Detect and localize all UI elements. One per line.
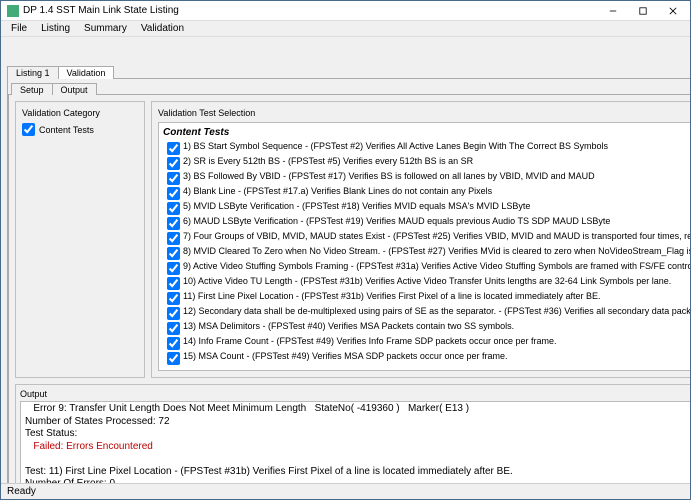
test-item: 4) Blank Line - (FPSTest #17.a) Verifies… bbox=[163, 186, 690, 201]
menu-file[interactable]: File bbox=[5, 22, 33, 35]
tab-listing1[interactable]: Listing 1 bbox=[7, 66, 59, 79]
output-line: Test Status: bbox=[25, 428, 690, 441]
test-item-checkbox[interactable] bbox=[167, 307, 180, 320]
test-item-checkbox[interactable] bbox=[167, 187, 180, 200]
menu-bar: File Listing Summary Validation bbox=[1, 21, 690, 37]
validation-test-selection-group: Validation Test Selection Content Tests … bbox=[151, 101, 690, 378]
test-item-checkbox[interactable] bbox=[167, 157, 180, 170]
test-item-checkbox[interactable] bbox=[167, 352, 180, 365]
content-tests-label: Content Tests bbox=[39, 125, 94, 135]
test-item: 7) Four Groups of VBID, MVID, MAUD state… bbox=[163, 231, 690, 246]
test-item: 3) BS Followed By VBID - (FPSTest #17) V… bbox=[163, 171, 690, 186]
main-tabs: Listing 1 Validation bbox=[7, 65, 690, 78]
test-item: 6) MAUD LSByte Verification - (FPSTest #… bbox=[163, 216, 690, 231]
window-title: DP 1.4 SST Main Link State Listing bbox=[23, 5, 598, 16]
test-item-label: 8) MVID Cleared To Zero when No Video St… bbox=[183, 246, 690, 256]
close-window-button[interactable] bbox=[658, 2, 688, 20]
test-item: 10) Active Video TU Length - (FPSTest #3… bbox=[163, 276, 690, 291]
test-item-checkbox[interactable] bbox=[167, 172, 180, 185]
test-item: 11) First Line Pixel Location - (FPSTest… bbox=[163, 291, 690, 306]
test-item-label: 13) MSA Delimitors - (FPSTest #40) Verif… bbox=[183, 321, 514, 331]
test-item: 9) Active Video Stuffing Symbols Framing… bbox=[163, 261, 690, 276]
test-item-label: 11) First Line Pixel Location - (FPSTest… bbox=[183, 291, 601, 301]
output-line: Test: 11) First Line Pixel Location - (F… bbox=[25, 466, 690, 479]
title-bar: DP 1.4 SST Main Link State Listing bbox=[1, 1, 690, 21]
test-item: 8) MVID Cleared To Zero when No Video St… bbox=[163, 246, 690, 261]
validation-test-selection-title: Validation Test Selection bbox=[158, 108, 690, 118]
status-text: Ready bbox=[7, 486, 36, 497]
test-item-checkbox[interactable] bbox=[167, 337, 180, 350]
app-icon bbox=[7, 5, 19, 17]
test-item: 15) MSA Count - (FPSTest #49) Verifies M… bbox=[163, 351, 690, 366]
subtab-setup[interactable]: Setup bbox=[11, 83, 53, 95]
test-list-header: Content Tests bbox=[163, 127, 690, 138]
test-item-checkbox[interactable] bbox=[167, 142, 180, 155]
test-item-label: 12) Secondary data shall be de-multiplex… bbox=[183, 306, 690, 316]
test-item-label: 5) MVID LSByte Verification - (FPSTest #… bbox=[183, 201, 530, 211]
test-item: 14) Info Frame Count - (FPSTest #49) Ver… bbox=[163, 336, 690, 351]
test-item-checkbox[interactable] bbox=[167, 262, 180, 275]
test-item-checkbox[interactable] bbox=[167, 232, 180, 245]
output-group: Output Error 9: Transfer Unit Length Doe… bbox=[15, 384, 690, 483]
minimize-button[interactable] bbox=[598, 2, 628, 20]
output-title: Output bbox=[20, 389, 690, 399]
test-item-label: 3) BS Followed By VBID - (FPSTest #17) V… bbox=[183, 171, 595, 181]
test-item-checkbox[interactable] bbox=[167, 217, 180, 230]
test-item-label: 2) SR is Every 512th BS - (FPSTest #5) V… bbox=[183, 156, 473, 166]
menu-validation[interactable]: Validation bbox=[135, 22, 190, 35]
test-item: 12) Secondary data shall be de-multiplex… bbox=[163, 306, 690, 321]
menu-listing[interactable]: Listing bbox=[35, 22, 76, 35]
output-line: Number of States Processed: 72 bbox=[25, 416, 690, 429]
client-area: Close Listing 1 Validation Setup Output … bbox=[1, 37, 690, 483]
test-item-checkbox[interactable] bbox=[167, 292, 180, 305]
test-item-label: 9) Active Video Stuffing Symbols Framing… bbox=[183, 261, 690, 271]
test-item-label: 4) Blank Line - (FPSTest #17.a) Verifies… bbox=[183, 186, 492, 196]
test-item: 1) BS Start Symbol Sequence - (FPSTest #… bbox=[163, 141, 690, 156]
setup-panel: Validation Category Content Tests Valida… bbox=[8, 94, 690, 483]
test-item-label: 14) Info Frame Count - (FPSTest #49) Ver… bbox=[183, 336, 557, 346]
test-list[interactable]: Content Tests 1) BS Start Symbol Sequenc… bbox=[158, 122, 690, 371]
sub-tabs: Setup Output bbox=[8, 79, 690, 94]
subtab-output[interactable]: Output bbox=[52, 83, 97, 95]
validation-category-group: Validation Category Content Tests bbox=[15, 101, 145, 378]
maximize-button[interactable] bbox=[628, 2, 658, 20]
test-item-checkbox[interactable] bbox=[167, 202, 180, 215]
test-item-label: 6) MAUD LSByte Verification - (FPSTest #… bbox=[183, 216, 610, 226]
test-item-checkbox[interactable] bbox=[167, 322, 180, 335]
output-textarea[interactable]: Error 9: Transfer Unit Length Does Not M… bbox=[20, 401, 690, 483]
test-item-checkbox[interactable] bbox=[167, 277, 180, 290]
test-item-label: 7) Four Groups of VBID, MVID, MAUD state… bbox=[183, 231, 690, 241]
output-line bbox=[25, 453, 690, 466]
output-line: Error 9: Transfer Unit Length Does Not M… bbox=[25, 403, 690, 416]
test-item: 13) MSA Delimitors - (FPSTest #40) Verif… bbox=[163, 321, 690, 336]
test-item: 2) SR is Every 512th BS - (FPSTest #5) V… bbox=[163, 156, 690, 171]
main-panel: Close Listing 1 Validation Setup Output … bbox=[7, 43, 690, 477]
validation-category-title: Validation Category bbox=[22, 108, 138, 118]
test-item-label: 15) MSA Count - (FPSTest #49) Verifies M… bbox=[183, 351, 507, 361]
content-tests-checkbox[interactable] bbox=[22, 123, 35, 136]
menu-summary[interactable]: Summary bbox=[78, 22, 133, 35]
status-bar: Ready bbox=[1, 483, 690, 499]
output-line: Failed: Errors Encountered bbox=[25, 441, 690, 454]
tab-validation[interactable]: Validation bbox=[58, 66, 115, 79]
test-item-label: 10) Active Video TU Length - (FPSTest #3… bbox=[183, 276, 671, 286]
test-item-checkbox[interactable] bbox=[167, 247, 180, 260]
test-item: 5) MVID LSByte Verification - (FPSTest #… bbox=[163, 201, 690, 216]
test-item-label: 1) BS Start Symbol Sequence - (FPSTest #… bbox=[183, 141, 608, 151]
